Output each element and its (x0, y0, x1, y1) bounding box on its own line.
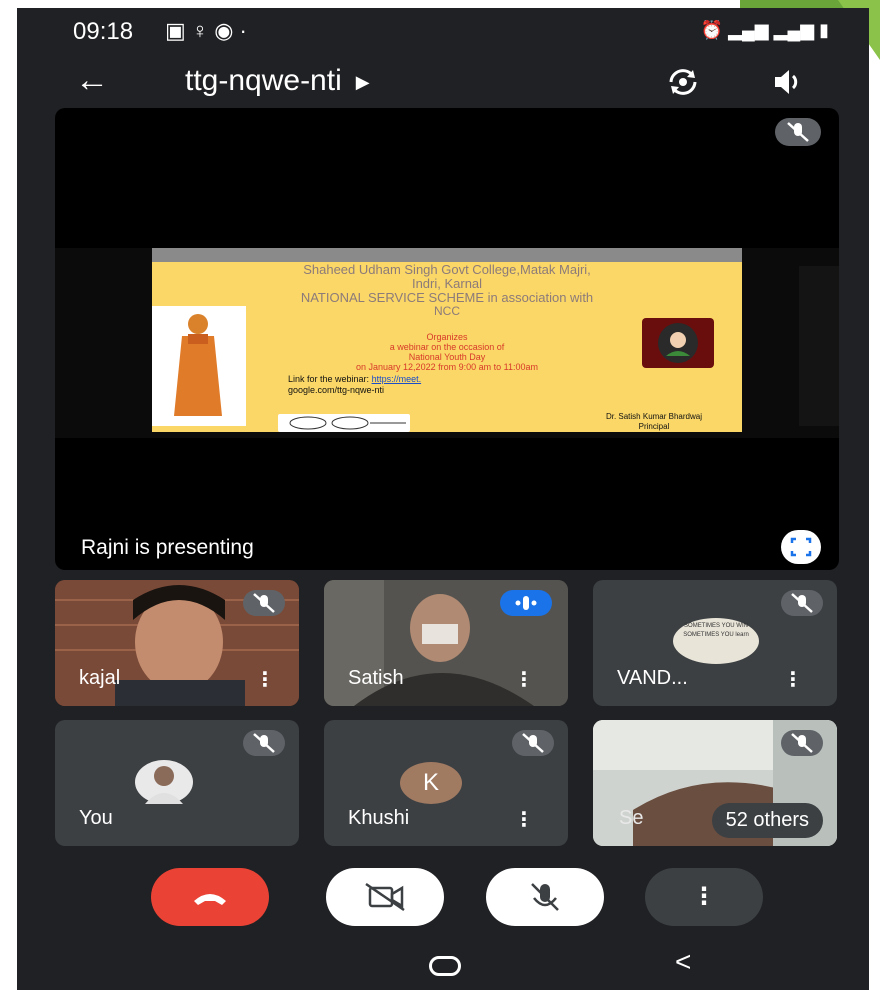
participant-tile-satish[interactable]: Satish ⋮ (324, 580, 568, 706)
participant-name: Satish (348, 667, 404, 689)
status-left-icons: ▣♀◉· (165, 18, 253, 44)
android-nav-bar: < (17, 940, 869, 990)
more-options-button[interactable]: ⋮ (645, 868, 763, 926)
others-count-badge[interactable]: 52 others (711, 803, 823, 838)
nss-ncc-logo (642, 318, 714, 368)
participant-tile-vand[interactable]: SOMETIMES YOU WIN SOMETIMES YOU learn VA… (593, 580, 837, 706)
slide-signatory: Dr. Satish Kumar Bhardwaj (605, 412, 702, 421)
shared-slide: Shaheed Udham Singh Govt College,Matak M… (152, 248, 742, 432)
muted-mic-icon (243, 590, 285, 616)
slide-college-line: Shaheed Udham Singh Govt College,Matak M… (303, 262, 591, 277)
fullscreen-button[interactable] (781, 530, 821, 564)
participant-tile-you[interactable]: You (55, 720, 299, 846)
participant-tile-kajal[interactable]: kajal ⋮ (55, 580, 299, 706)
participant-tile-khushi[interactable]: K Khushi ⋮ (324, 720, 568, 846)
home-button-icon[interactable] (429, 956, 461, 976)
participant-tile-others[interactable]: Se 52 others (593, 720, 837, 846)
call-controls: ⋮ (17, 862, 869, 940)
muted-mic-icon (775, 118, 821, 146)
participant-name: kajal (79, 667, 121, 689)
presentation-view[interactable]: Shaheed Udham Singh Govt College,Matak M… (55, 108, 839, 570)
camera-toggle-button[interactable] (326, 868, 444, 926)
meeting-title[interactable]: ttg-nqwe-nti ▶ (185, 64, 370, 98)
person-icon: ♀ (191, 18, 215, 43)
slide-link: Link for the webinar: https://meet. goog… (288, 374, 421, 396)
presenting-label: Rajni is presenting (81, 536, 254, 559)
presenter-side-strip (799, 266, 839, 426)
status-right-icons: ⏰ ▂▄▆ ▂▄▆ ▮ (701, 20, 829, 41)
slide-location-line: Indri, Karnal (411, 276, 483, 291)
participant-name: VAND... (617, 667, 688, 689)
slide-link-url: https://meet. (371, 374, 422, 384)
muted-mic-icon (781, 590, 823, 616)
slide-link-url-2: google.com/ttg-nqwe-nti (288, 385, 385, 395)
end-call-button[interactable] (151, 868, 269, 926)
meeting-header: ← ttg-nqwe-nti ▶ (17, 58, 869, 108)
muted-mic-icon (512, 730, 554, 756)
participant-avatar: SOMETIMES YOU WIN SOMETIMES YOU learn (673, 618, 759, 664)
meeting-code: ttg-nqwe-nti (185, 64, 342, 97)
emblem-logo (278, 414, 410, 432)
back-arrow-icon[interactable]: ← (75, 60, 109, 100)
more-options-icon[interactable]: ⋮ (255, 667, 275, 692)
chevron-right-icon: ▶ (355, 71, 370, 92)
signal-icon: ▂▄▆ (728, 20, 769, 40)
status-time: 09:18 (73, 18, 134, 45)
participant-avatar (135, 760, 193, 804)
more-options-icon[interactable]: ⋮ (514, 667, 534, 692)
slide-signature: Dr. Satish Kumar Bhardwaj Principal (606, 412, 702, 432)
participant-name: You (79, 807, 113, 829)
participant-avatar: K (400, 762, 462, 804)
participant-name: Se (619, 807, 644, 829)
dot-icon: · (239, 18, 253, 43)
switch-camera-icon[interactable] (665, 64, 701, 100)
speaking-indicator-icon (500, 590, 552, 616)
more-options-icon[interactable]: ⋮ (514, 807, 534, 832)
chrome-icon: ◉ (214, 18, 240, 43)
phone-screen: 09:18 ▣♀◉· ⏰ ▂▄▆ ▂▄▆ ▮ ← ttg-nqwe-nti ▶ (17, 8, 869, 990)
status-bar: 09:18 ▣♀◉· ⏰ ▂▄▆ ▂▄▆ ▮ (17, 8, 869, 56)
battery-icon: ▮ (819, 20, 829, 40)
muted-mic-icon (781, 730, 823, 756)
speaker-icon[interactable] (769, 64, 805, 100)
slide-link-label: Link for the webinar: (288, 374, 370, 384)
gallery-icon: ▣ (165, 18, 192, 43)
vivekananda-portrait-image (152, 306, 246, 426)
more-options-icon[interactable]: ⋮ (783, 667, 803, 692)
slide-designation: Principal (638, 422, 670, 431)
alarm-icon: ⏰ (700, 20, 724, 40)
nav-back-icon[interactable]: < (675, 946, 691, 978)
muted-mic-icon (243, 730, 285, 756)
participant-name: Khushi (348, 807, 410, 829)
signal-icon-2: ▂▄▆ (773, 20, 815, 40)
slide-scheme-line: NATIONAL SERVICE SCHEME in association w… (300, 290, 594, 305)
microphone-toggle-button[interactable] (486, 868, 604, 926)
